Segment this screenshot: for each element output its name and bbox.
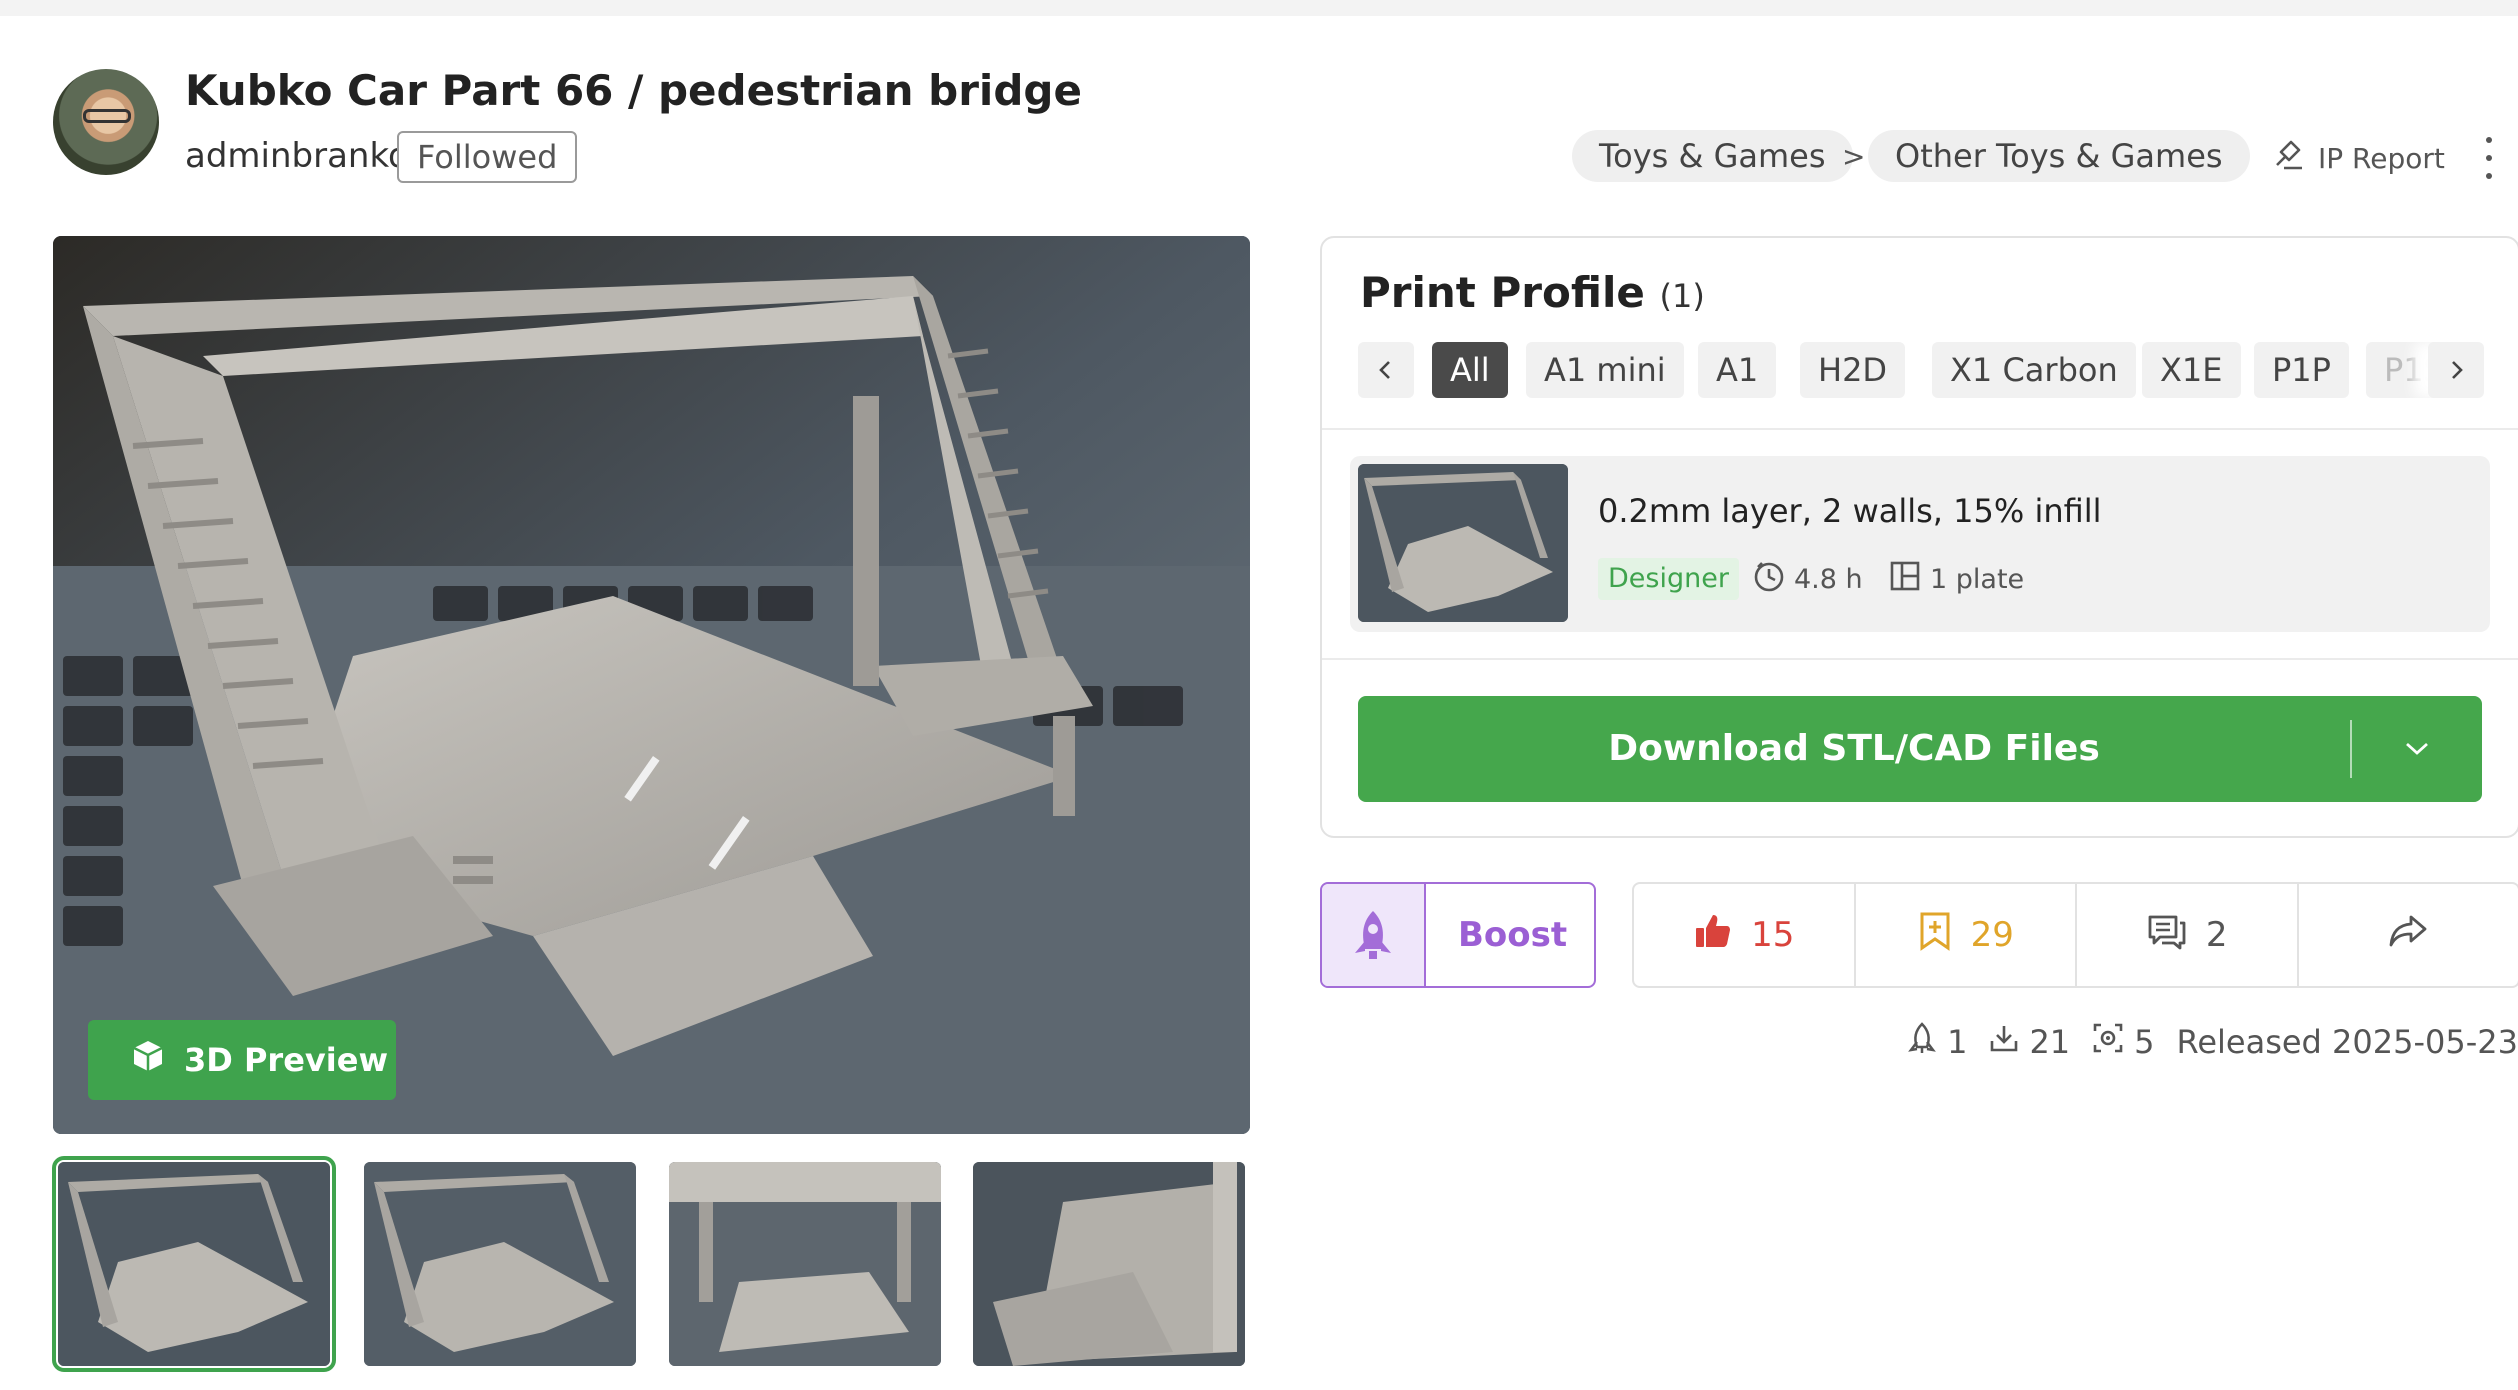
boost-label: Boost <box>1458 915 1568 955</box>
filter-chip-all[interactable]: All <box>1432 342 1508 398</box>
3d-preview-label: 3D Preview <box>184 1041 388 1079</box>
ip-report-button[interactable]: IP Report <box>2272 138 2445 178</box>
rocket-icon <box>1322 884 1426 986</box>
cube-icon <box>130 1038 166 1082</box>
filter-chip-p1p[interactable]: P1P <box>2254 342 2349 398</box>
breadcrumb-subcategory[interactable]: Other Toys & Games <box>1868 130 2250 182</box>
followed-button[interactable]: Followed <box>397 131 578 183</box>
like-button[interactable]: 15 <box>1634 884 1856 986</box>
download-button[interactable]: Download STL/CAD Files <box>1358 696 2482 802</box>
print-icon <box>2092 1022 2124 1062</box>
more-options-icon[interactable] <box>2478 137 2500 179</box>
author-avatar[interactable] <box>53 69 159 175</box>
filter-chip-h2d[interactable]: H2D <box>1800 342 1906 398</box>
download-stat-value: 21 <box>2029 1023 2071 1061</box>
boost-button[interactable]: Boost <box>1320 882 1596 988</box>
download-label: Download STL/CAD Files <box>1608 728 2100 769</box>
gallery-thumbnail-1[interactable] <box>52 1156 336 1372</box>
plate-count-value: 1 plate <box>1930 563 2025 595</box>
author-name[interactable]: adminbranko <box>185 136 409 176</box>
print-time: 4.8 h <box>1752 558 1863 600</box>
action-bar: 15 29 2 <box>1632 882 2518 988</box>
print-profile-heading: Print Profile <box>1360 268 1645 317</box>
gallery-thumbnail-2[interactable] <box>364 1162 636 1366</box>
top-strip <box>0 0 2518 16</box>
comment-button[interactable]: 2 <box>2077 884 2299 986</box>
filter-chip-a1-mini[interactable]: A1 mini <box>1526 342 1684 398</box>
printer-filter-bar: All A1 mini A1 H2D X1 Carbon X1E P1P P1S <box>1358 342 2484 398</box>
page-title: Kubko Car Part 66 / pedestrian bridge <box>185 66 1082 115</box>
gallery-thumbnail-4[interactable] <box>973 1162 1245 1366</box>
chevron-down-icon[interactable] <box>2352 696 2482 802</box>
collect-button[interactable]: 29 <box>1856 884 2077 986</box>
plate-count: 1 plate <box>1888 558 2024 600</box>
share-icon <box>2387 911 2429 960</box>
profile-name: 0.2mm layer, 2 walls, 15% infill <box>1598 492 2102 530</box>
print-profile-card: Print Profile (1) All A1 mini A1 H2D X1 … <box>1320 236 2518 838</box>
profile-thumbnail <box>1358 464 1568 622</box>
like-count: 15 <box>1751 915 1795 955</box>
breadcrumb-separator: > <box>1842 140 1866 173</box>
chevron-right-icon[interactable] <box>2428 342 2484 398</box>
collect-count: 29 <box>1970 915 2014 955</box>
share-button[interactable] <box>2299 884 2518 986</box>
print-stat-value: 5 <box>2134 1023 2155 1061</box>
download-stat: 21 <box>1989 1023 2070 1061</box>
divider <box>1322 428 2518 430</box>
ip-report-label: IP Report <box>2318 141 2445 175</box>
print-stat: 5 <box>2092 1022 2155 1062</box>
3d-preview-button[interactable]: 3D Preview <box>88 1020 396 1100</box>
filter-chip-x1e[interactable]: X1E <box>2142 342 2241 398</box>
comment-count: 2 <box>2205 915 2228 955</box>
rocket-icon <box>1907 1021 1937 1063</box>
avatar-glasses <box>83 109 131 123</box>
filter-chip-x1-carbon[interactable]: X1 Carbon <box>1932 342 2136 398</box>
boost-stat: 1 <box>1907 1021 1967 1063</box>
boost-stat-value: 1 <box>1947 1023 1968 1061</box>
breadcrumb-category[interactable]: Toys & Games <box>1572 130 1853 182</box>
release-date: Released 2025-05-23 <box>2176 1023 2518 1061</box>
thumbs-up-icon <box>1693 911 1733 960</box>
print-profile-item[interactable]: 0.2mm layer, 2 walls, 15% infill Designe… <box>1350 456 2490 632</box>
divider <box>1322 658 2518 660</box>
bookmark-icon <box>1917 911 1953 960</box>
print-profile-count: (1) <box>1659 277 1705 315</box>
designer-badge: Designer <box>1598 558 1739 600</box>
filter-chip-a1[interactable]: A1 <box>1698 342 1777 398</box>
comment-icon <box>2146 911 2188 960</box>
chevron-left-icon[interactable] <box>1358 342 1414 398</box>
plate-icon <box>1888 559 1922 600</box>
download-icon <box>1989 1023 2019 1061</box>
clock-icon <box>1752 559 1786 600</box>
gallery-thumbnail-3[interactable] <box>669 1162 941 1366</box>
print-profile-title: Print Profile (1) <box>1360 268 1705 317</box>
print-time-value: 4.8 h <box>1794 563 1863 595</box>
model-stats: 1 21 5 Released 2025-05-23 <box>1907 1022 2518 1062</box>
main-model-image[interactable] <box>53 236 1250 1134</box>
gavel-icon <box>2272 138 2306 179</box>
